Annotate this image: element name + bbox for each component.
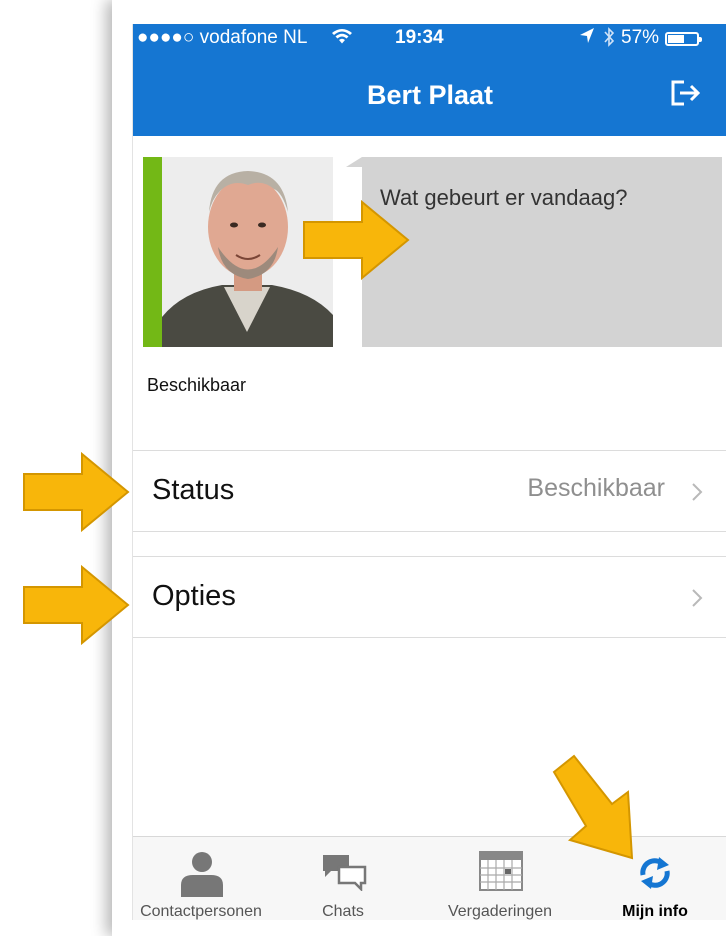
tab-chats[interactable]: Chats [269,837,417,920]
tab-contactpersonen[interactable]: Contactpersonen [133,837,269,920]
carrier-label: ●●●●○ vodafone NL [137,27,308,48]
presence-label: Beschikbaar [147,375,247,395]
sync-arrows-icon [637,855,673,896]
chevron-right-icon [691,584,703,615]
divider [133,637,726,638]
clock: 19:34 [395,27,444,48]
location-icon [578,27,596,51]
status-row-label: Status [152,474,235,506]
status-row-value: Beschikbaar [527,474,665,502]
annotation-arrow-icon [23,565,130,645]
tab-label: Chats [322,903,364,920]
status-row[interactable]: Status Beschikbaar [133,450,726,530]
battery-icon [665,32,702,46]
status-message-placeholder: Wat gebeurt er vandaag? [380,185,628,210]
bluetooth-icon [603,27,615,53]
tab-label: Mijn info [622,903,688,920]
wifi-icon [331,27,353,51]
status-message-input[interactable]: Wat gebeurt er vandaag? [362,157,722,347]
speech-bubble-tail [346,157,362,167]
battery-level [668,35,684,43]
annotation-arrow-icon [303,200,410,280]
person-icon [177,851,227,902]
options-row-label: Opties [152,580,236,612]
page-title: Bert Plaat [366,80,494,110]
battery-percentage: 57% [621,27,660,48]
options-row[interactable]: Opties [133,556,726,636]
tab-label: Vergaderingen [447,903,553,920]
status-bar: ●●●●○ vodafone NL 19:34 57% [133,24,726,54]
calendar-icon [479,851,523,896]
annotation-arrow-icon [23,452,130,532]
sign-out-icon[interactable] [669,78,703,108]
chevron-right-icon [691,478,703,509]
presence-indicator [143,157,162,347]
divider [133,531,726,532]
chat-bubbles-icon [321,851,367,896]
app-header: ●●●●○ vodafone NL 19:34 57% Bert Plaat [133,24,726,136]
tab-label: Contactpersonen [140,903,262,920]
annotation-arrow-icon [552,754,634,860]
